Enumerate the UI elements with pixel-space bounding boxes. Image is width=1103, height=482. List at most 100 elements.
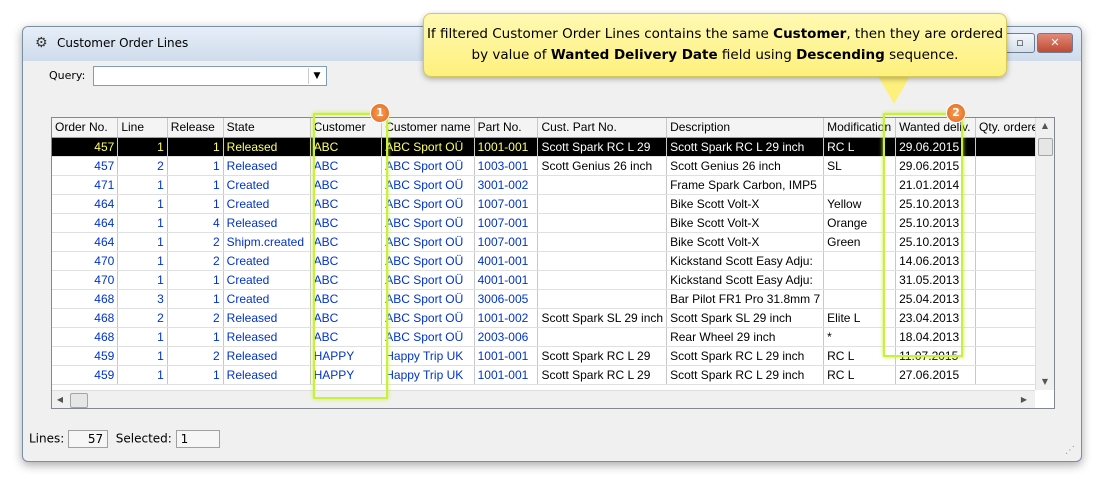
table-cell[interactable]: 1 [117, 270, 168, 290]
table-cell[interactable]: ABC Sport OÜ [381, 213, 475, 233]
table-cell[interactable]: ABC Sport OÜ [381, 270, 475, 290]
column-header[interactable]: Description [666, 118, 825, 138]
table-cell[interactable]: 2003-006 [474, 327, 539, 347]
table-cell[interactable]: 1 [167, 289, 224, 309]
table-cell[interactable]: Rear Wheel 29 inch [666, 327, 825, 347]
table-cell[interactable]: 2 [167, 346, 224, 366]
table-cell[interactable]: ABC Sport OÜ [381, 175, 475, 195]
table-cell[interactable]: 464 [52, 213, 119, 233]
table-cell[interactable]: 4 [167, 213, 224, 233]
column-header[interactable]: Customer name [381, 118, 475, 138]
column-header[interactable]: Release [167, 118, 224, 138]
table-cell[interactable]: Released [223, 346, 311, 366]
table-cell[interactable]: 457 [52, 156, 119, 176]
table-cell[interactable]: 468 [52, 327, 119, 347]
table-cell[interactable]: Bike Scott Volt-X [666, 213, 825, 233]
table-cell[interactable]: 1 [117, 137, 168, 157]
table-cell[interactable]: 1 [117, 346, 168, 366]
table-cell[interactable]: Created [223, 175, 311, 195]
chevron-down-icon[interactable]: ▼ [308, 68, 325, 84]
table-cell[interactable]: 1007-001 [474, 213, 539, 233]
table-cell[interactable]: ABC Sport OÜ [381, 289, 475, 309]
table-cell[interactable]: 1 [117, 327, 168, 347]
table-cell[interactable]: 2 [167, 232, 224, 252]
column-header[interactable]: Part No. [474, 118, 539, 138]
table-cell[interactable]: ABC Sport OÜ [381, 156, 475, 176]
table-cell[interactable]: Happy Trip UK [381, 346, 475, 366]
table-cell[interactable]: Scott Spark RC L 29 [537, 137, 668, 157]
table-cell[interactable]: 3 [117, 289, 168, 309]
table-cell[interactable]: 3001-002 [474, 175, 539, 195]
table-cell[interactable]: ABC Sport OÜ [381, 232, 475, 252]
table-cell[interactable]: 2 [167, 251, 224, 271]
table-cell[interactable]: Scott Spark SL 29 inch [537, 308, 668, 328]
table-cell[interactable]: 1 [167, 194, 224, 214]
table-cell[interactable]: 1001-001 [474, 365, 539, 385]
table-cell[interactable]: 464 [52, 194, 119, 214]
table-row[interactable]: 459 1 1 Released HAPPY Happy Trip UK 1001-001 S… [52, 365, 1054, 385]
table-cell[interactable]: Released [223, 308, 311, 328]
table-cell[interactable] [537, 289, 668, 309]
vertical-scroll-thumb[interactable] [1038, 138, 1053, 156]
table-cell[interactable]: ABC Sport OÜ [381, 137, 475, 157]
column-header[interactable]: Order No. [52, 118, 119, 138]
table-cell[interactable]: RC L [823, 365, 897, 385]
table-cell[interactable]: Released [223, 213, 311, 233]
table-cell[interactable]: Created [223, 194, 311, 214]
table-cell[interactable]: 1 [167, 175, 224, 195]
table-cell[interactable]: 1 [167, 365, 224, 385]
table-cell[interactable] [537, 175, 668, 195]
table-cell[interactable]: ABC Sport OÜ [381, 194, 475, 214]
maximize-button[interactable]: ▫ [1005, 33, 1035, 53]
table-cell[interactable]: Scott Spark RC L 29 inch [666, 365, 825, 385]
table-cell[interactable]: 1007-001 [474, 232, 539, 252]
table-cell[interactable]: 1 [117, 175, 168, 195]
table-cell[interactable]: 27.06.2015 [895, 365, 977, 385]
vertical-scrollbar[interactable]: ▲ ▼ [1035, 118, 1054, 390]
table-cell[interactable]: 1 [117, 213, 168, 233]
table-cell[interactable]: 1001-001 [474, 137, 539, 157]
query-dropdown[interactable]: ▼ [93, 66, 327, 86]
table-cell[interactable]: ABC Sport OÜ [381, 308, 475, 328]
table-cell[interactable]: 4001-001 [474, 251, 539, 271]
scroll-right-icon[interactable]: ▶ [1016, 391, 1032, 408]
table-cell[interactable]: Created [223, 251, 311, 271]
table-cell[interactable]: Scott Spark RC L 29 inch [666, 137, 825, 157]
table-cell[interactable]: 1001-002 [474, 308, 539, 328]
resize-grip-icon[interactable]: ⋰ [1065, 445, 1077, 457]
table-cell[interactable]: 468 [52, 289, 119, 309]
table-cell[interactable]: 457 [52, 137, 119, 157]
table-cell[interactable]: 470 [52, 270, 119, 290]
table-cell[interactable]: 459 [52, 346, 119, 366]
table-cell[interactable]: 2 [117, 156, 168, 176]
table-cell[interactable]: 1 [167, 327, 224, 347]
table-cell[interactable]: ABC Sport OÜ [381, 251, 475, 271]
table-cell[interactable]: Released [223, 365, 311, 385]
table-cell[interactable]: 2 [167, 308, 224, 328]
scroll-up-icon[interactable]: ▲ [1036, 118, 1054, 134]
table-cell[interactable]: 1 [117, 194, 168, 214]
table-cell[interactable]: 1003-001 [474, 156, 539, 176]
table-cell[interactable]: 1 [117, 251, 168, 271]
table-cell[interactable] [537, 251, 668, 271]
table-cell[interactable]: 2 [117, 308, 168, 328]
table-cell[interactable]: Scott Spark SL 29 inch [666, 308, 825, 328]
scroll-down-icon[interactable]: ▼ [1036, 374, 1054, 390]
close-button[interactable]: ✕ [1037, 33, 1073, 53]
table-cell[interactable]: Scott Spark RC L 29 [537, 346, 668, 366]
table-cell[interactable] [537, 213, 668, 233]
table-cell[interactable]: Kickstand Scott Easy Adju: [666, 270, 825, 290]
scroll-left-icon[interactable]: ◀ [52, 391, 68, 408]
table-cell[interactable]: 1 [167, 270, 224, 290]
table-cell[interactable]: Created [223, 289, 311, 309]
table-cell[interactable]: Scott Spark RC L 29 [537, 365, 668, 385]
table-cell[interactable]: Happy Trip UK [381, 365, 475, 385]
table-cell[interactable]: 1 [117, 365, 168, 385]
table-cell[interactable]: Scott Genius 26 inch [537, 156, 668, 176]
horizontal-scrollbar[interactable]: ◀ ▶ [52, 390, 1035, 408]
table-cell[interactable]: Released [223, 137, 311, 157]
table-cell[interactable]: 459 [52, 365, 119, 385]
table-cell[interactable]: 464 [52, 232, 119, 252]
table-cell[interactable]: 1 [117, 232, 168, 252]
table-cell[interactable]: 4001-001 [474, 270, 539, 290]
